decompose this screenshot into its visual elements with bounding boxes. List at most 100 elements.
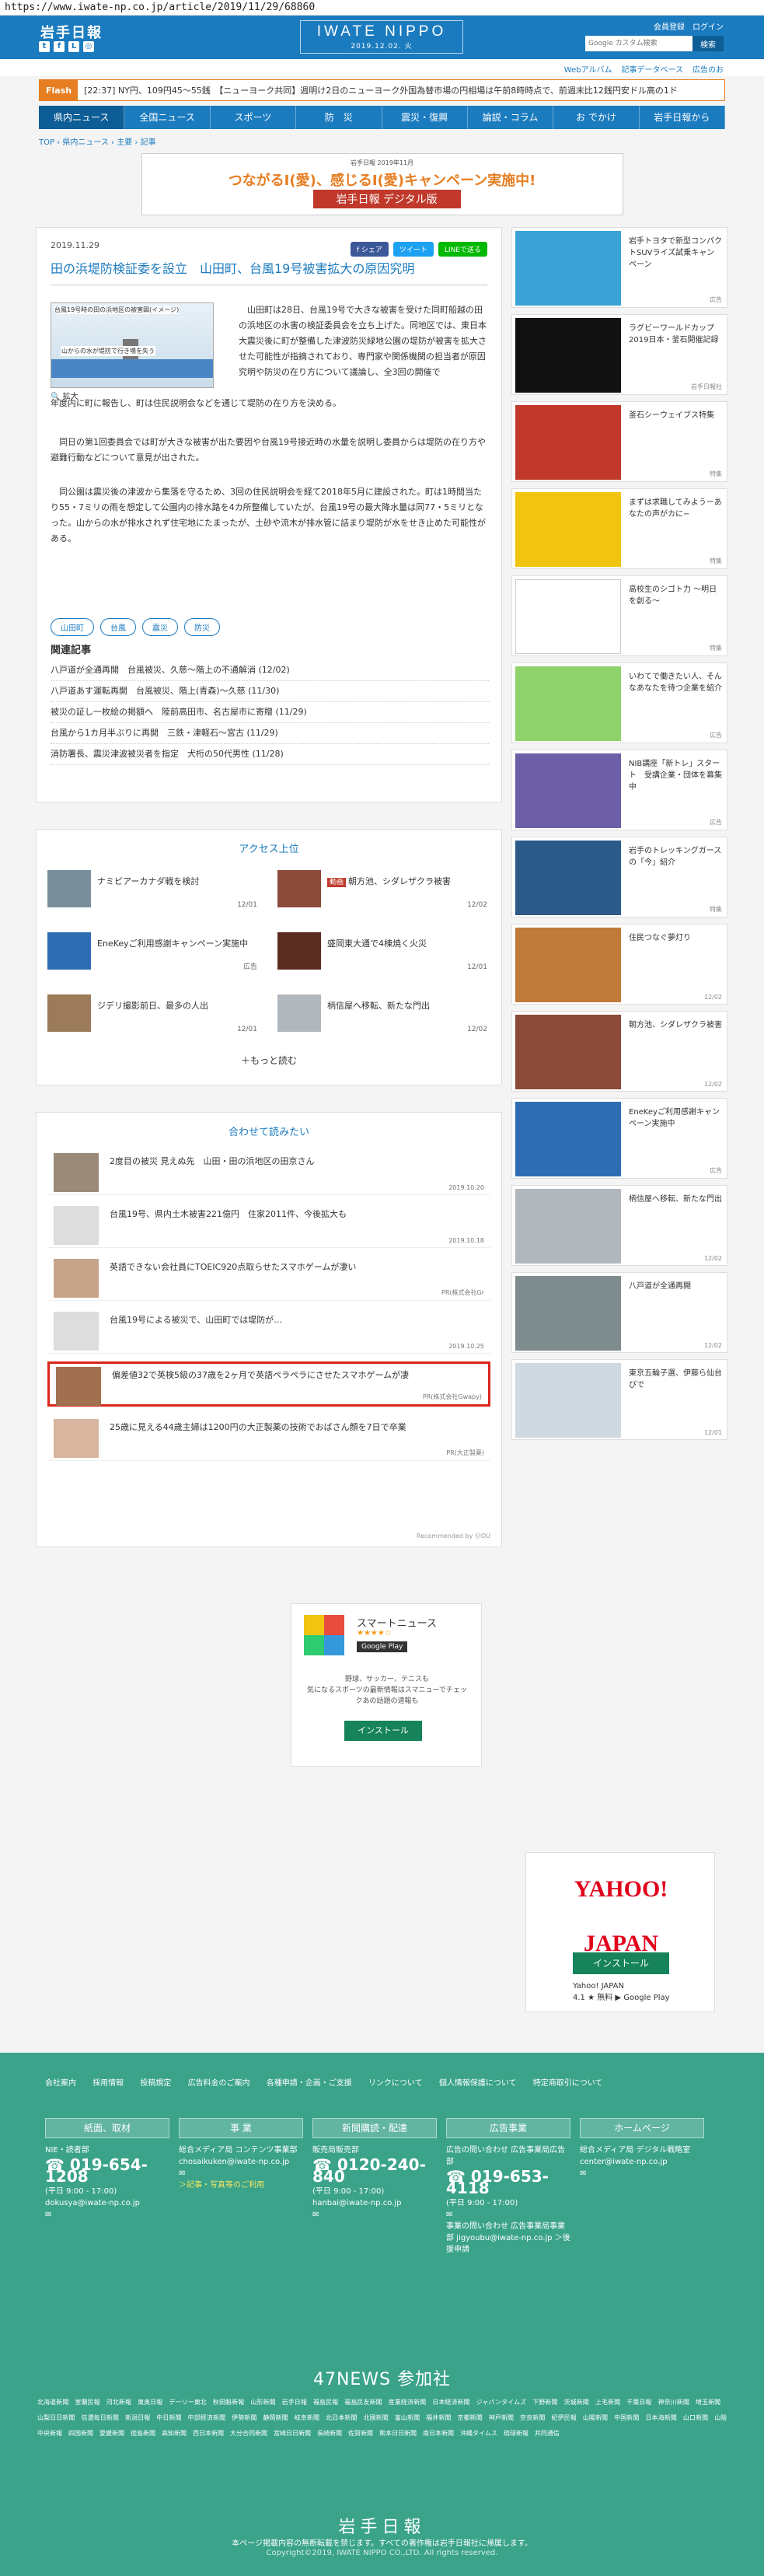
nav-national-news[interactable]: 全国ニュース [124,106,211,129]
partner-paper-link[interactable]: 佐賀新聞 [348,2430,373,2437]
yahoo-app-ad[interactable]: YAHOO! JAPAN インストール Yahoo! JAPAN 4.1 ★ 無料… [525,1852,715,2012]
facebook-icon[interactable]: f [54,41,65,52]
footer-link[interactable]: 広告料金のご案内 [188,2079,250,2088]
nav-from-nippo[interactable]: 岩手日報から [640,106,725,129]
nav-reconstruction[interactable]: 震災・復興 [382,106,468,129]
access-item[interactable]: ナミビアーカナダ戦を検討 12/01 [47,870,257,911]
partner-paper-link[interactable]: 京都新聞 [457,2414,482,2421]
ad-link[interactable]: 広告のお [692,63,724,75]
partner-paper-link[interactable]: 北海道新聞 [37,2399,68,2406]
smartnews-ad[interactable]: スマートニュース ★★★★☆ Google Play 野球、サッカー、テニスも気… [291,1603,482,1767]
sidebar-item[interactable]: NIB講座「新トレ」スタート 受講企業・団体を募集中 広告 [511,750,727,830]
sidebar-item[interactable]: 釜石シーウェイブス特集 特集 [511,401,727,482]
tweet-button[interactable]: ツイート [392,242,434,257]
partner-paper-link[interactable]: 宮崎日日新聞 [274,2430,311,2437]
partner-paper-link[interactable]: 産業経済新聞 [389,2399,426,2406]
tag[interactable]: 台風 [100,618,136,636]
footer-link[interactable]: 個人情報保護について [439,2079,517,2088]
partner-paper-link[interactable]: 沖縄タイムス [460,2430,497,2437]
partner-paper-link[interactable]: 奈良新聞 [520,2414,545,2421]
register-link[interactable]: 会員登録 [654,20,685,32]
partner-paper-link[interactable]: 大分合同新聞 [230,2430,267,2437]
partner-paper-link[interactable]: 福島民友新聞 [344,2399,382,2406]
more-button[interactable]: ＋もっと読む [37,1054,501,1067]
partner-paper-link[interactable]: 中国新聞 [614,2414,639,2421]
footer-link[interactable]: リンクについて [368,2079,423,2088]
tag[interactable]: 防災 [184,618,220,636]
footer-link[interactable]: 各種申請・企画・ご支援 [267,2079,352,2088]
footer-logo[interactable]: 岩手日報 [0,2513,764,2538]
partner-paper-link[interactable]: 岩手日報 [282,2399,307,2406]
partner-paper-link[interactable]: 北國新聞 [364,2414,389,2421]
partner-paper-link[interactable]: ジャパンタイムズ [476,2399,526,2406]
breadcrumb[interactable]: TOP › 県内ニュース › 主要 › 記事 [39,135,725,147]
campaign-banner[interactable]: 岩手日報 2019年11月 つながるI(愛)、感じるI(愛)キャンペーン実施中!… [141,153,623,215]
mail-icon[interactable]: ✉ [446,2209,570,2221]
partner-paper-link[interactable]: 北日本新聞 [326,2414,357,2421]
sidebar-item[interactable]: 朝方池、シダレザクラ被害 12/02 [511,1011,727,1092]
partner-paper-link[interactable]: 長崎新聞 [317,2430,342,2437]
phone-number[interactable]: ☎ 019-654-1208 [45,2157,169,2184]
partner-paper-link[interactable]: 福島民報 [313,2399,338,2406]
related-item[interactable]: 消防署長、震災津波被災者を指定 犬桁の50代男性 (11/28) [51,744,489,765]
recommended-by[interactable]: Recommended by ⓊOU [417,1532,490,1540]
sidebar-item[interactable]: ラグビーワールドカップ2019日本・釜石開催記録 岩手日報社 [511,314,727,395]
email-link[interactable]: center@iwate-np.co.jp [580,2156,704,2168]
partner-paper-link[interactable]: 新潟日報 [125,2414,150,2421]
mail-icon[interactable]: ✉ [580,2168,704,2179]
partner-paper-link[interactable]: 東奥日報 [138,2399,162,2406]
line-icon[interactable]: L [68,41,79,52]
web-album-link[interactable]: Webアルバム [564,63,612,75]
line-share-button[interactable]: LINEで送る [438,242,487,257]
partner-paper-link[interactable]: 河北新報 [106,2399,131,2406]
nav-disaster[interactable]: 防 災 [296,106,382,129]
footer-link[interactable]: 投稿規定 [140,2079,171,2088]
access-item[interactable]: 柄信屋へ移転、新たな門出 12/02 [277,994,487,1035]
partner-paper-link[interactable]: 四国新聞 [68,2430,93,2437]
partner-paper-link[interactable]: 熊本日日新聞 [379,2430,417,2437]
partner-paper-link[interactable]: 茨城新聞 [564,2399,589,2406]
sidebar-item[interactable]: まずは求職してみようーあなたの声がカに− 特集 [511,488,727,569]
email-link[interactable]: chosaikuken@iwate-np.co.jp [179,2156,303,2168]
partner-paper-link[interactable]: 西日本新聞 [193,2430,224,2437]
recommend-item[interactable]: 英語できない会社員にTOEIC920点取らせたスマホゲームが凄い PR(株式会社… [47,1256,490,1301]
footer-link[interactable]: 特定商取引について [533,2079,603,2088]
partner-paper-link[interactable]: 山口新聞 [683,2414,708,2421]
partner-paper-link[interactable]: 日本海新聞 [645,2414,676,2421]
access-item[interactable]: 動画 朝方池、シダレザクラ被害 12/02 [277,870,487,911]
address-bar[interactable]: https://www.iwate-np.co.jp/article/2019/… [0,0,764,16]
partner-paper-link[interactable]: 愛媛新聞 [99,2430,124,2437]
recommend-item-highlighted[interactable]: 偏差値32で英検5級の37歳を2ヶ月で英語ペラペラにさせたスマホゲームが凄 PR… [47,1361,490,1407]
search-input[interactable] [585,36,692,51]
partner-paper-link[interactable]: 岐阜新聞 [295,2414,319,2421]
sidebar-item[interactable]: 高校生のシゴト力 ～明日を創る～ 特集 [511,575,727,656]
facebook-share-button[interactable]: f シェア [350,242,389,257]
access-item[interactable]: 盛岡東大通で4棟焼く火災 12/01 [277,932,487,973]
recommend-item[interactable]: 25歳に見える44歳主婦は1200円の大正製薬の技術でおばさん顔を7日で卒業 P… [47,1416,490,1461]
sidebar-item[interactable]: 八戸道が全通再開 12/02 [511,1272,727,1353]
partner-paper-link[interactable]: 山陽新聞 [583,2414,608,2421]
recommend-item[interactable]: 台風19号による被災で、山田町では堤防が… 2019.10.25 [47,1309,490,1354]
partner-paper-link[interactable]: 埼玉新聞 [696,2399,720,2406]
sidebar-item[interactable]: いわてで働きたい人、そんなあなたを待つ企業を紹介 広告 [511,662,727,743]
sidebar-item[interactable]: 岩手のトレッキングガースの「今」紹介 特集 [511,837,727,918]
partner-paper-link[interactable]: 伊勢新聞 [232,2414,256,2421]
tag[interactable]: 山田町 [51,618,94,636]
partner-paper-link[interactable]: 中日新聞 [156,2414,181,2421]
partner-paper-link[interactable]: 静岡新聞 [263,2414,288,2421]
related-item[interactable]: 台風から1カ月半ぶりに再開 三鉄・津軽石～宮古 (11/29) [51,723,489,744]
site-logo[interactable]: 岩手日報 [40,22,103,42]
access-item[interactable]: EneKeyご利用感謝キャンペーン実施中 広告 [47,932,257,973]
related-item[interactable]: 被災の証し一枚絵の掲額へ 陸前高田市、名古屋市に寄贈 (11/29) [51,702,489,723]
footer-sub-link[interactable]: ＞記事・写真等のご利用 [179,2179,303,2191]
phone-number[interactable]: ☎ 019-653-4118 [446,2169,570,2196]
partner-paper-link[interactable]: 徳島新聞 [131,2430,155,2437]
partner-paper-link[interactable]: 室蘭民報 [75,2399,99,2406]
partner-paper-link[interactable]: 紀伊民報 [551,2414,576,2421]
sidebar-item[interactable]: 住民つなぐ夢灯り 12/02 [511,924,727,1005]
instagram-icon[interactable]: ◎ [83,41,94,52]
partner-paper-link[interactable]: 琉球新報 [504,2430,529,2437]
partner-paper-link[interactable]: 中部経済新聞 [188,2414,225,2421]
partner-paper-link[interactable]: 山梨日日新聞 [37,2414,75,2421]
partner-paper-link[interactable]: 下野新聞 [532,2399,557,2406]
